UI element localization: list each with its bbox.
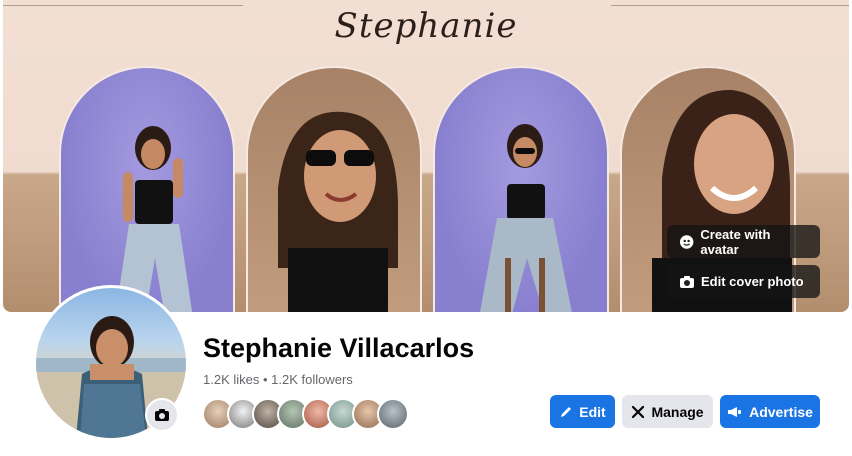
create-with-avatar-label: Create with avatar — [700, 226, 771, 257]
page-name: Stephanie Villacarlos — [203, 333, 475, 363]
cover-arch-3 — [433, 66, 609, 312]
likes-followers-count[interactable]: 1.2K likes • 1.2K followers — [203, 372, 353, 387]
update-profile-picture-button[interactable] — [145, 398, 179, 432]
avatar-face-icon — [679, 234, 694, 249]
advertise-button[interactable]: Advertise — [720, 395, 820, 428]
cover-photo[interactable]: Stephanie Create with avatar Edit cover … — [3, 0, 849, 312]
person-figure-2 — [278, 111, 398, 312]
edit-cover-photo-button[interactable]: Edit cover photo — [667, 265, 820, 298]
edit-button[interactable]: Edit — [550, 395, 615, 428]
cover-script-title: Stephanie — [334, 6, 518, 46]
follower-avatar[interactable] — [377, 398, 409, 430]
edit-button-label: Edit — [579, 403, 606, 420]
megaphone-icon — [728, 406, 742, 417]
manage-button[interactable]: Manage — [622, 395, 713, 428]
person-figure-1 — [115, 126, 193, 312]
cover-arch-2 — [246, 66, 422, 312]
advertise-button-label: Advertise — [749, 403, 813, 420]
person-figure-3 — [480, 124, 572, 312]
follower-avatars[interactable] — [202, 398, 412, 430]
camera-icon — [680, 275, 694, 288]
create-with-avatar-button[interactable]: Create with avatar — [667, 225, 820, 258]
camera-icon — [155, 409, 169, 421]
manage-icon — [632, 405, 645, 418]
cover-arch-1 — [59, 66, 235, 312]
pencil-icon — [561, 406, 572, 417]
edit-cover-photo-label: Edit cover photo — [701, 274, 804, 289]
manage-button-label: Manage — [651, 403, 704, 420]
